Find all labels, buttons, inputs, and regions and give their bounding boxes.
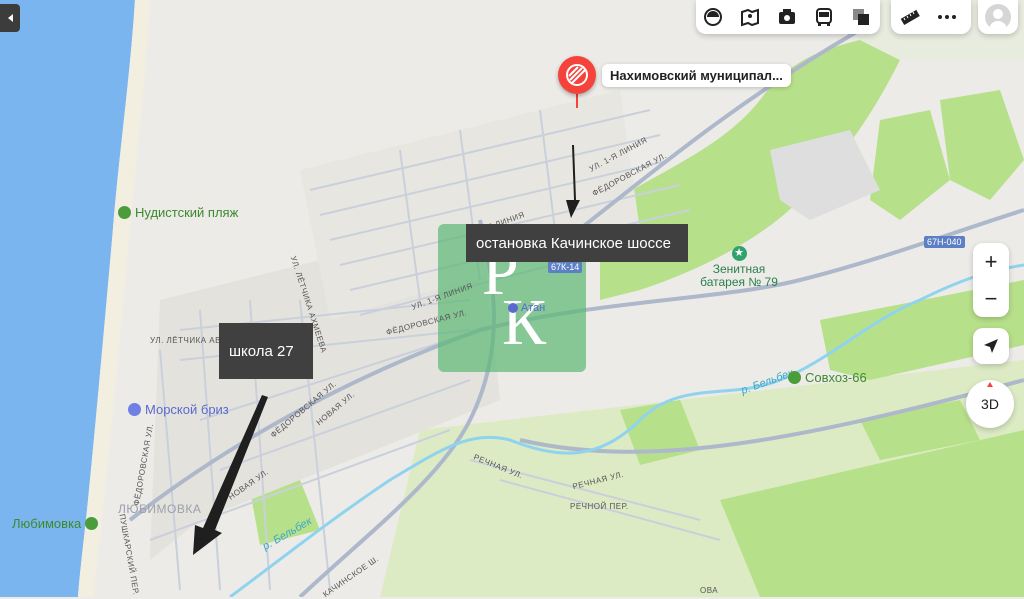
street-label: УЛ. ЛЁТЧИКА АВД	[150, 336, 227, 345]
resort-icon	[128, 403, 141, 416]
annotation-school: школа 27	[219, 323, 313, 379]
map-type-button[interactable]	[848, 0, 874, 34]
place-marker[interactable]	[558, 56, 596, 108]
poi-village[interactable]: Любимовка	[12, 516, 99, 531]
map-type-icon	[853, 9, 869, 25]
beach-icon	[118, 206, 131, 219]
bus-stop-icon	[508, 303, 518, 313]
layers-button[interactable]	[700, 0, 726, 34]
poi-stop-atan[interactable]: Атан	[508, 302, 545, 314]
panorama-button[interactable]	[737, 0, 763, 34]
ruler-button[interactable]	[897, 0, 923, 34]
street-label: РЕЧНОЙ ПЕР.	[570, 502, 629, 511]
place-marker-label[interactable]: Нахимовский муниципал...	[602, 64, 791, 87]
bus-icon	[816, 8, 832, 26]
zoom-out-button[interactable]: −	[973, 280, 1009, 317]
poi-monument[interactable]: ★ Зенитная батарея № 79	[694, 246, 784, 289]
layers-icon	[704, 8, 722, 26]
poi-sovkhoz[interactable]: Совхоз-66	[788, 370, 867, 385]
location-pin-icon	[558, 56, 596, 94]
compass-north-icon	[987, 382, 993, 387]
navigation-arrow-icon	[984, 339, 998, 353]
street-label: ОВА	[700, 586, 719, 595]
geolocation-button[interactable]	[973, 328, 1009, 364]
zoom-in-button[interactable]: +	[973, 243, 1009, 280]
poi-resort[interactable]: Морской бриз	[128, 402, 229, 417]
district-label: ЛЮБИМОВКА	[118, 502, 202, 516]
avatar	[985, 4, 1011, 30]
annotation-bus-stop: остановка Качинское шоссе	[466, 224, 688, 262]
sidebar-toggle-button[interactable]	[0, 4, 20, 32]
view-3d-button[interactable]: 3D	[966, 380, 1014, 428]
watermark-letter-bottom: К	[502, 286, 547, 359]
ruler-icon	[900, 9, 920, 25]
road-badge: 67Н-040	[924, 236, 965, 248]
more-icon	[938, 15, 956, 19]
transport-button[interactable]	[811, 0, 837, 34]
photo-button[interactable]	[774, 0, 800, 34]
camera-icon	[779, 9, 795, 24]
user-button[interactable]	[978, 0, 1018, 34]
star-icon: ★	[731, 246, 747, 261]
arrow-left-icon	[7, 14, 13, 22]
village-icon	[85, 517, 99, 530]
poi-beach[interactable]: Нудистский пляж	[118, 205, 238, 220]
road-badge: 67К-14	[548, 261, 583, 273]
farm-icon	[788, 371, 801, 384]
panorama-icon	[741, 8, 759, 27]
more-button[interactable]	[934, 0, 960, 34]
